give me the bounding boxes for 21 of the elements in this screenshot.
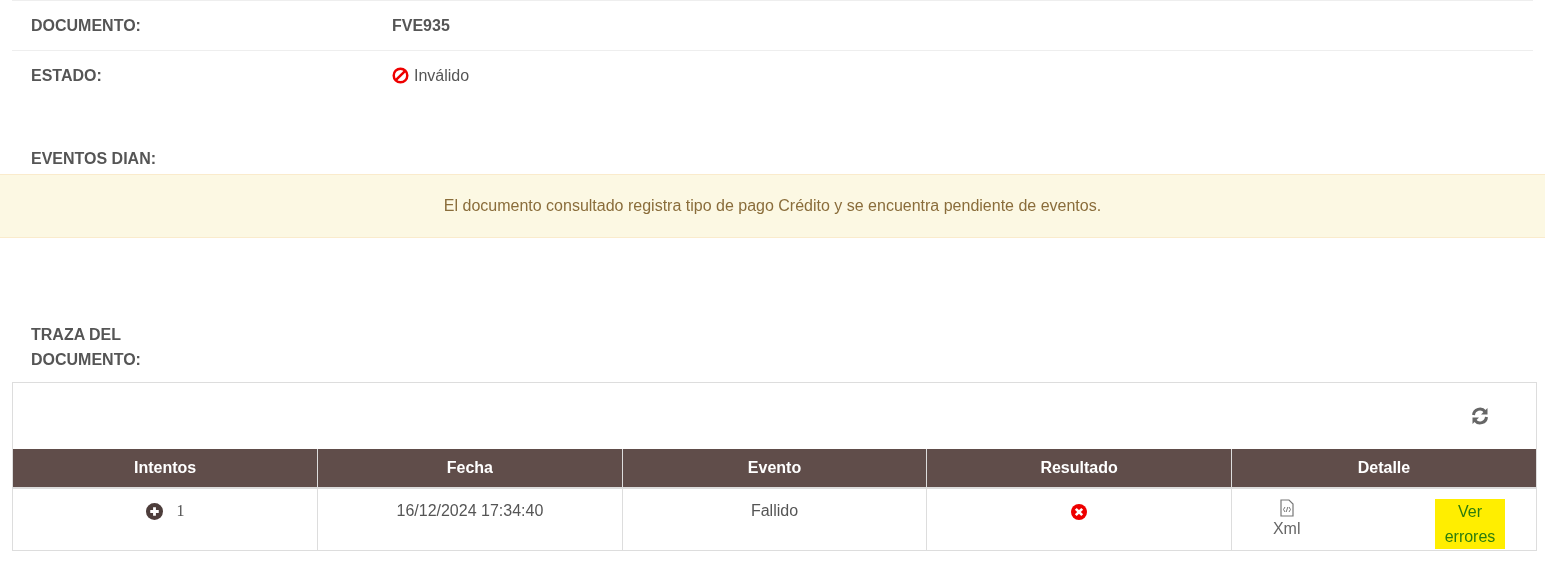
field-label: DOCUMENTO:: [30, 15, 142, 36]
column-header: Intentos: [13, 449, 318, 488]
errors-link[interactable]: Ver errores: [1435, 499, 1505, 549]
alert-message: El documento consultado registra tipo de pago Crédito y se encuentra pendiente de eventos.: [0, 174, 1545, 238]
refresh-icon[interactable]: [1470, 406, 1490, 426]
xml-link[interactable]: Xml: [1272, 499, 1301, 549]
field-label: ESTADO:: [30, 65, 103, 86]
column-header: Detalle: [1231, 449, 1536, 488]
column-header: Fecha: [317, 449, 623, 488]
date-text: 16/12/2024 17:34:40: [396, 502, 544, 519]
code-file-icon: [1279, 499, 1294, 517]
section-label: TRAZA DEL DOCUMENTO:: [30, 325, 142, 370]
section-label: EVENTOS DIAN:: [30, 149, 158, 169]
column-header: Resultado: [926, 449, 1232, 488]
attempt-count: 1: [176, 502, 185, 519]
field-value: FVE935: [392, 15, 450, 36]
event-text: Fallido: [750, 502, 799, 519]
column-header: Evento: [622, 449, 927, 488]
blocked-icon: [392, 67, 409, 84]
status-value: Inválido: [414, 65, 470, 86]
expand-icon[interactable]: [145, 503, 163, 521]
